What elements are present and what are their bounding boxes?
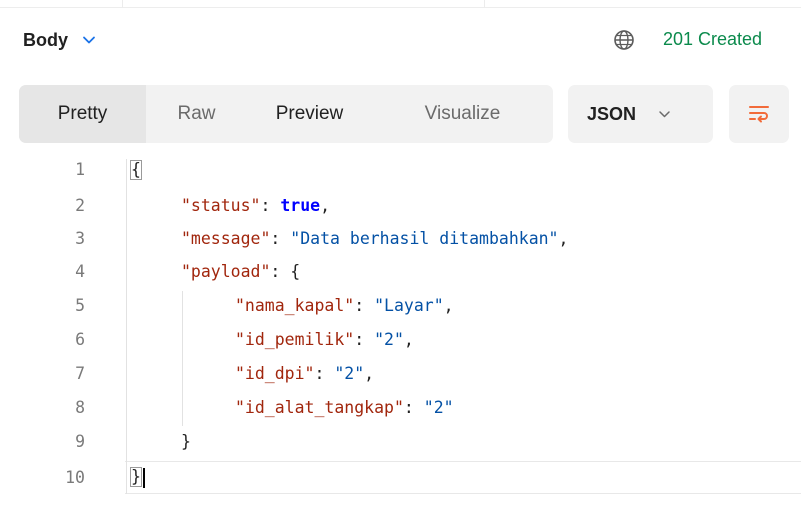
tab-preview[interactable]: Preview — [247, 85, 372, 143]
json-open-brace: { — [290, 262, 301, 281]
body-dropdown[interactable]: Body — [23, 29, 96, 51]
code-line: 7 "id_dpi": "2", — [0, 357, 801, 390]
text-cursor — [142, 467, 145, 488]
json-key: "message" — [181, 229, 271, 248]
json-close-brace: } — [181, 432, 191, 451]
json-colon: : — [260, 196, 281, 215]
json-comma: , — [403, 330, 414, 349]
code-text: "nama_kapal": "Layar", — [235, 296, 454, 315]
line-number: 3 — [75, 229, 85, 248]
tab-pretty[interactable]: Pretty — [19, 85, 146, 143]
json-colon: : — [314, 364, 335, 383]
matched-bracket: } — [130, 467, 142, 488]
line-number: 8 — [75, 398, 85, 417]
format-select[interactable]: JSON — [568, 85, 713, 143]
code-text: "message": "Data berhasil ditambahkan", — [181, 229, 568, 248]
json-comma: , — [443, 296, 454, 315]
tab-raw[interactable]: Raw — [146, 85, 247, 143]
json-colon: : — [354, 296, 375, 315]
line-number: 4 — [75, 262, 85, 281]
code-text: "id_alat_tangkap": "2" — [235, 398, 454, 417]
json-string: "Layar" — [374, 296, 444, 315]
code-line: 5 "nama_kapal": "Layar", — [0, 289, 801, 322]
json-string: "Data berhasil ditambahkan" — [290, 229, 559, 248]
body-label: Body — [23, 29, 68, 50]
line-number: 5 — [75, 296, 85, 315]
chevron-down-icon — [659, 110, 670, 117]
globe-icon[interactable] — [612, 28, 636, 52]
code-line: 8 "id_alat_tangkap": "2" — [0, 391, 801, 424]
json-colon: : — [270, 229, 291, 248]
line-number: 10 — [65, 468, 85, 487]
line-number: 2 — [75, 196, 85, 215]
code-line: 4 "payload": { — [0, 255, 801, 288]
code-line: 6 "id_pemilik": "2", — [0, 323, 801, 356]
code-line: 9 } — [0, 425, 801, 458]
json-key: "status" — [181, 196, 261, 215]
line-number: 1 — [75, 160, 85, 179]
json-comma: , — [320, 196, 331, 215]
json-colon: : — [354, 330, 375, 349]
tab-visualize[interactable]: Visualize — [372, 85, 553, 143]
json-viewer[interactable]: 1 { 2 "status": true, 3 "message": "Data… — [0, 151, 801, 496]
view-mode-tabs: Pretty Raw Preview Visualize — [19, 85, 553, 143]
code-line: 3 "message": "Data berhasil ditambahkan"… — [0, 222, 801, 255]
json-comma: , — [364, 364, 375, 383]
json-comma: , — [558, 229, 569, 248]
response-panel: Body 201 Created Pretty Raw Preview Visu… — [0, 0, 801, 529]
line-number: 9 — [75, 432, 85, 451]
json-boolean: true — [280, 196, 321, 215]
json-string: "2" — [374, 330, 404, 349]
code-text: } — [130, 467, 145, 488]
line-number: 6 — [75, 330, 85, 349]
code-text: "id_pemilik": "2", — [235, 330, 414, 349]
wrap-lines-button[interactable] — [729, 85, 789, 143]
code-line: 1 { — [0, 153, 801, 186]
code-line: 2 "status": true, — [0, 189, 801, 222]
code-text: "status": true, — [181, 196, 330, 215]
json-colon: : — [270, 262, 291, 281]
matched-bracket: { — [130, 159, 142, 180]
code-text: "payload": { — [181, 262, 300, 281]
json-colon: : — [403, 398, 424, 417]
format-label: JSON — [587, 103, 637, 124]
json-key: "nama_kapal" — [235, 296, 355, 315]
status-badge[interactable]: 201 Created — [663, 29, 762, 50]
response-body-header: Body 201 Created — [0, 8, 801, 70]
json-string: "2" — [423, 398, 454, 417]
json-key: "payload" — [181, 262, 271, 281]
wrap-lines-icon — [749, 106, 769, 123]
json-key: "id_pemilik" — [235, 330, 355, 349]
line-number: 7 — [75, 364, 85, 383]
chevron-down-icon — [83, 36, 95, 44]
json-string: "2" — [334, 364, 365, 383]
code-text: { — [130, 159, 142, 180]
previous-section-edge — [0, 0, 801, 8]
code-line: 10 } — [0, 461, 801, 494]
json-key: "id_alat_tangkap" — [235, 398, 404, 417]
json-key: "id_dpi" — [235, 364, 315, 383]
code-text: "id_dpi": "2", — [235, 364, 374, 383]
